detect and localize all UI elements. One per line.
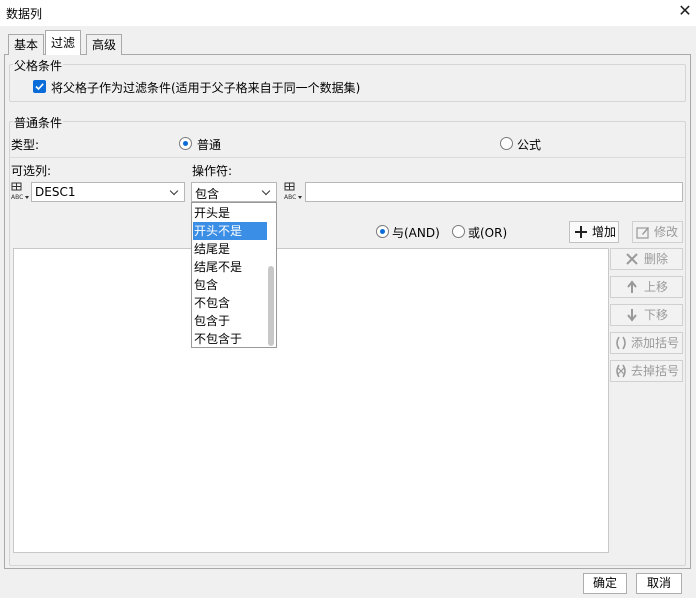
add-button[interactable]: 增加	[569, 221, 619, 243]
remove-bracket-button[interactable]: 去掉括号	[610, 360, 683, 382]
type-formula-radio[interactable]	[500, 137, 513, 150]
title-bar	[0, 0, 696, 26]
move-up-label: 上移	[644, 280, 669, 294]
dropdown-option-selected[interactable]: 开头不是	[193, 222, 267, 240]
type-normal-label: 普通	[197, 138, 222, 152]
tab-advanced[interactable]: 高级	[86, 34, 123, 55]
plus-icon	[574, 225, 588, 239]
abc-value-icon[interactable]: ABC	[283, 182, 303, 202]
dropdown-option[interactable]: 包含	[193, 276, 267, 294]
operator-select[interactable]: 包含	[191, 182, 277, 202]
delete-button[interactable]: 删除	[610, 248, 683, 270]
svg-text:ABC: ABC	[11, 194, 23, 201]
type-normal-radio[interactable]	[179, 137, 192, 150]
column-label: 可选列:	[11, 164, 52, 178]
type-formula-label: 公式	[517, 138, 542, 152]
ok-button[interactable]: 确定	[583, 573, 627, 594]
bracket-icon	[614, 336, 628, 350]
value-input[interactable]	[305, 182, 683, 202]
abc-field-icon[interactable]: ABC	[10, 182, 30, 202]
remove-bracket-icon	[614, 364, 628, 378]
arrow-up-icon	[625, 280, 639, 294]
close-icon[interactable]: ✕	[676, 2, 694, 20]
normal-condition-title: 普通条件	[13, 114, 64, 131]
parent-condition-title: 父格条件	[13, 57, 64, 74]
cancel-button[interactable]: 取消	[636, 573, 682, 594]
dropdown-option[interactable]: 不包含	[193, 294, 267, 312]
tab-basic[interactable]: 基本	[8, 34, 45, 55]
close-icon	[625, 252, 639, 266]
tab-filter[interactable]: 过滤	[45, 30, 82, 55]
move-down-label: 下移	[644, 308, 669, 322]
column-select-value: DESC1	[35, 185, 76, 199]
dropdown-option[interactable]: 结尾不是	[193, 258, 267, 276]
add-bracket-button[interactable]: 添加括号	[610, 332, 683, 354]
modify-button[interactable]: 修改	[632, 221, 683, 243]
logic-or-radio[interactable]	[452, 225, 465, 238]
modify-button-label: 修改	[654, 225, 679, 239]
delete-button-label: 删除	[644, 252, 669, 266]
logic-and-radio[interactable]	[376, 225, 389, 238]
edit-icon	[636, 225, 650, 239]
logic-and-label: 与(AND)	[392, 226, 440, 240]
parent-filter-checkbox[interactable]	[33, 80, 46, 93]
move-up-button[interactable]: 上移	[610, 276, 683, 298]
remove-bracket-label: 去掉括号	[631, 364, 680, 378]
operator-select-value: 包含	[195, 187, 220, 201]
parent-filter-label: 将父格子作为过滤条件(适用于父子格来自于同一个数据集)	[51, 81, 361, 95]
dropdown-option[interactable]: 结尾是	[193, 240, 267, 258]
type-label: 类型:	[11, 138, 40, 152]
separator	[10, 157, 685, 158]
dropdown-option[interactable]: 开头是	[193, 204, 267, 222]
logic-or-label: 或(OR)	[468, 226, 508, 240]
column-select[interactable]: DESC1	[31, 182, 185, 202]
add-bracket-label: 添加括号	[631, 336, 680, 350]
add-button-label: 增加	[592, 225, 617, 239]
operator-dropdown: 开头是 开头不是 结尾是 结尾不是 包含 不包含 包含于 不包含于	[191, 202, 277, 348]
move-down-button[interactable]: 下移	[610, 304, 683, 326]
conditions-list[interactable]	[13, 248, 609, 553]
dropdown-option[interactable]: 不包含于	[193, 330, 267, 348]
window-title: 数据列	[6, 7, 43, 21]
dropdown-option[interactable]: 包含于	[193, 312, 267, 330]
arrow-down-icon	[625, 308, 639, 322]
operator-label: 操作符:	[192, 164, 233, 178]
chevron-down-icon[interactable]	[258, 183, 276, 201]
chevron-down-icon[interactable]	[166, 183, 184, 201]
dropdown-scrollbar[interactable]	[268, 266, 274, 346]
svg-text:ABC: ABC	[284, 194, 296, 201]
